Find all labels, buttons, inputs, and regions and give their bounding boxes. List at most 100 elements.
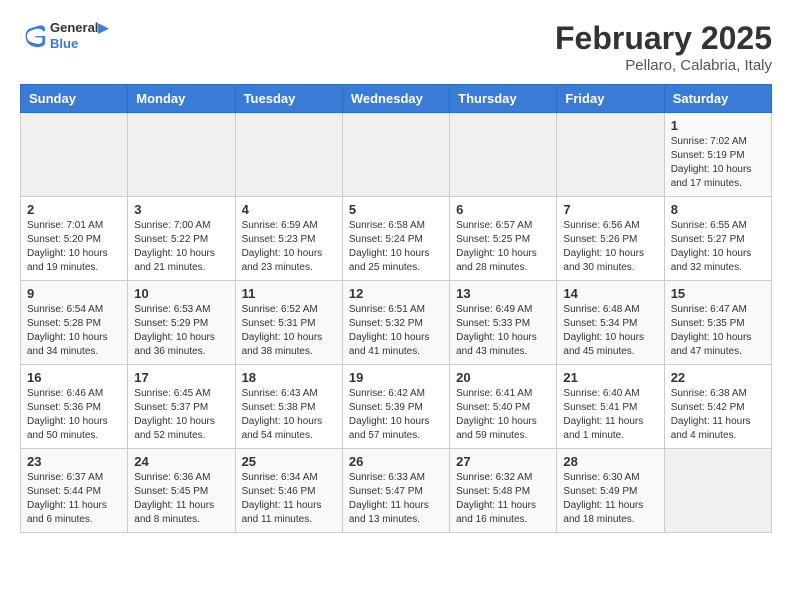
day-info: Sunrise: 6:41 AM Sunset: 5:40 PM Dayligh…	[456, 387, 550, 443]
day-number: 7	[563, 202, 657, 217]
page-header: General▶ Blue February 2025 Pellaro, Cal…	[20, 20, 772, 74]
location-subtitle: Pellaro, Calabria, Italy	[555, 57, 772, 74]
calendar-cell: 20 Sunrise: 6:41 AM Sunset: 5:40 PM Dayli…	[450, 365, 557, 449]
calendar-cell: 25 Sunrise: 6:34 AM Sunset: 5:46 PM Dayli…	[235, 449, 342, 533]
day-info: Sunrise: 6:36 AM Sunset: 5:45 PM Dayligh…	[134, 471, 228, 527]
day-info: Sunrise: 6:30 AM Sunset: 5:49 PM Dayligh…	[563, 471, 657, 527]
day-number: 3	[134, 202, 228, 217]
day-info: Sunrise: 6:48 AM Sunset: 5:34 PM Dayligh…	[563, 303, 657, 359]
calendar-cell: 3Sunrise: 7:00 AM Sunset: 5:22 PM Daylig…	[128, 197, 235, 281]
calendar-cell: 13 Sunrise: 6:49 AM Sunset: 5:33 PM Dayli…	[450, 281, 557, 365]
day-info: Sunrise: 6:47 AM Sunset: 5:35 PM Dayligh…	[671, 303, 765, 359]
calendar-cell: 19 Sunrise: 6:42 AM Sunset: 5:39 PM Dayli…	[342, 365, 449, 449]
calendar-cell	[21, 113, 128, 197]
calendar-table: SundayMondayTuesdayWednesdayThursdayFrid…	[20, 84, 772, 533]
calendar-cell	[128, 113, 235, 197]
calendar-week-row: 1Sunrise: 7:02 AM Sunset: 5:19 PM Daylig…	[21, 113, 772, 197]
day-of-week-header: Thursday	[450, 85, 557, 113]
day-info: Sunrise: 6:53 AM Sunset: 5:29 PM Dayligh…	[134, 303, 228, 359]
day-number: 13	[456, 286, 550, 301]
day-info: Sunrise: 6:54 AM Sunset: 5:28 PM Dayligh…	[27, 303, 121, 359]
day-of-week-header: Saturday	[664, 85, 771, 113]
day-info: Sunrise: 6:45 AM Sunset: 5:37 PM Dayligh…	[134, 387, 228, 443]
day-number: 27	[456, 454, 550, 469]
day-info: Sunrise: 6:58 AM Sunset: 5:24 PM Dayligh…	[349, 219, 443, 275]
day-number: 10	[134, 286, 228, 301]
day-info: Sunrise: 6:42 AM Sunset: 5:39 PM Dayligh…	[349, 387, 443, 443]
day-number: 25	[242, 454, 336, 469]
day-info: Sunrise: 6:38 AM Sunset: 5:42 PM Dayligh…	[671, 387, 765, 443]
day-of-week-header: Wednesday	[342, 85, 449, 113]
title-block: February 2025 Pellaro, Calabria, Italy	[555, 20, 772, 74]
day-number: 18	[242, 370, 336, 385]
day-number: 22	[671, 370, 765, 385]
day-info: Sunrise: 6:46 AM Sunset: 5:36 PM Dayligh…	[27, 387, 121, 443]
calendar-cell	[235, 113, 342, 197]
calendar-cell: 9 Sunrise: 6:54 AM Sunset: 5:28 PM Daylig…	[21, 281, 128, 365]
calendar-cell: 4Sunrise: 6:59 AM Sunset: 5:23 PM Daylig…	[235, 197, 342, 281]
logo-icon	[20, 22, 48, 50]
logo: General▶ Blue	[20, 20, 108, 51]
day-info: Sunrise: 6:59 AM Sunset: 5:23 PM Dayligh…	[242, 219, 336, 275]
calendar-cell: 2Sunrise: 7:01 AM Sunset: 5:20 PM Daylig…	[21, 197, 128, 281]
calendar-cell: 7 Sunrise: 6:56 AM Sunset: 5:26 PM Daylig…	[557, 197, 664, 281]
day-number: 26	[349, 454, 443, 469]
day-number: 23	[27, 454, 121, 469]
calendar-cell: 24Sunrise: 6:36 AM Sunset: 5:45 PM Dayli…	[128, 449, 235, 533]
calendar-cell: 26 Sunrise: 6:33 AM Sunset: 5:47 PM Dayli…	[342, 449, 449, 533]
calendar-cell	[450, 113, 557, 197]
day-number: 16	[27, 370, 121, 385]
day-of-week-header: Friday	[557, 85, 664, 113]
day-of-week-header: Tuesday	[235, 85, 342, 113]
day-info: Sunrise: 6:32 AM Sunset: 5:48 PM Dayligh…	[456, 471, 550, 527]
day-number: 19	[349, 370, 443, 385]
day-of-week-header: Sunday	[21, 85, 128, 113]
day-info: Sunrise: 6:49 AM Sunset: 5:33 PM Dayligh…	[456, 303, 550, 359]
calendar-cell: 18 Sunrise: 6:43 AM Sunset: 5:38 PM Dayli…	[235, 365, 342, 449]
day-info: Sunrise: 6:56 AM Sunset: 5:26 PM Dayligh…	[563, 219, 657, 275]
day-info: Sunrise: 6:40 AM Sunset: 5:41 PM Dayligh…	[563, 387, 657, 443]
day-info: Sunrise: 6:51 AM Sunset: 5:32 PM Dayligh…	[349, 303, 443, 359]
day-number: 28	[563, 454, 657, 469]
calendar-cell: 28 Sunrise: 6:30 AM Sunset: 5:49 PM Dayli…	[557, 449, 664, 533]
day-number: 15	[671, 286, 765, 301]
day-info: Sunrise: 6:43 AM Sunset: 5:38 PM Dayligh…	[242, 387, 336, 443]
day-number: 9	[27, 286, 121, 301]
calendar-cell	[342, 113, 449, 197]
calendar-cell: 14 Sunrise: 6:48 AM Sunset: 5:34 PM Dayli…	[557, 281, 664, 365]
calendar-week-row: 16 Sunrise: 6:46 AM Sunset: 5:36 PM Dayli…	[21, 365, 772, 449]
calendar-header-row: SundayMondayTuesdayWednesdayThursdayFrid…	[21, 85, 772, 113]
day-info: Sunrise: 6:55 AM Sunset: 5:27 PM Dayligh…	[671, 219, 765, 275]
calendar-cell: 11 Sunrise: 6:52 AM Sunset: 5:31 PM Dayli…	[235, 281, 342, 365]
calendar-cell: 22 Sunrise: 6:38 AM Sunset: 5:42 PM Dayli…	[664, 365, 771, 449]
day-number: 6	[456, 202, 550, 217]
day-number: 5	[349, 202, 443, 217]
calendar-week-row: 23 Sunrise: 6:37 AM Sunset: 5:44 PM Dayli…	[21, 449, 772, 533]
day-number: 21	[563, 370, 657, 385]
logo-text: General▶ Blue	[50, 20, 108, 51]
day-number: 8	[671, 202, 765, 217]
calendar-cell: 8 Sunrise: 6:55 AM Sunset: 5:27 PM Daylig…	[664, 197, 771, 281]
calendar-cell: 5 Sunrise: 6:58 AM Sunset: 5:24 PM Daylig…	[342, 197, 449, 281]
day-info: Sunrise: 7:02 AM Sunset: 5:19 PM Dayligh…	[671, 135, 765, 191]
calendar-cell: 1Sunrise: 7:02 AM Sunset: 5:19 PM Daylig…	[664, 113, 771, 197]
day-number: 20	[456, 370, 550, 385]
calendar-cell	[664, 449, 771, 533]
calendar-week-row: 9 Sunrise: 6:54 AM Sunset: 5:28 PM Daylig…	[21, 281, 772, 365]
calendar-week-row: 2Sunrise: 7:01 AM Sunset: 5:20 PM Daylig…	[21, 197, 772, 281]
month-title: February 2025	[555, 20, 772, 57]
calendar-cell: 6Sunrise: 6:57 AM Sunset: 5:25 PM Daylig…	[450, 197, 557, 281]
day-info: Sunrise: 6:33 AM Sunset: 5:47 PM Dayligh…	[349, 471, 443, 527]
day-info: Sunrise: 6:37 AM Sunset: 5:44 PM Dayligh…	[27, 471, 121, 527]
calendar-cell: 16 Sunrise: 6:46 AM Sunset: 5:36 PM Dayli…	[21, 365, 128, 449]
day-number: 11	[242, 286, 336, 301]
day-number: 12	[349, 286, 443, 301]
day-of-week-header: Monday	[128, 85, 235, 113]
day-info: Sunrise: 6:52 AM Sunset: 5:31 PM Dayligh…	[242, 303, 336, 359]
calendar-cell: 15 Sunrise: 6:47 AM Sunset: 5:35 PM Dayli…	[664, 281, 771, 365]
day-info: Sunrise: 6:34 AM Sunset: 5:46 PM Dayligh…	[242, 471, 336, 527]
day-info: Sunrise: 7:01 AM Sunset: 5:20 PM Dayligh…	[27, 219, 121, 275]
calendar-cell: 27 Sunrise: 6:32 AM Sunset: 5:48 PM Dayli…	[450, 449, 557, 533]
day-number: 17	[134, 370, 228, 385]
day-number: 14	[563, 286, 657, 301]
